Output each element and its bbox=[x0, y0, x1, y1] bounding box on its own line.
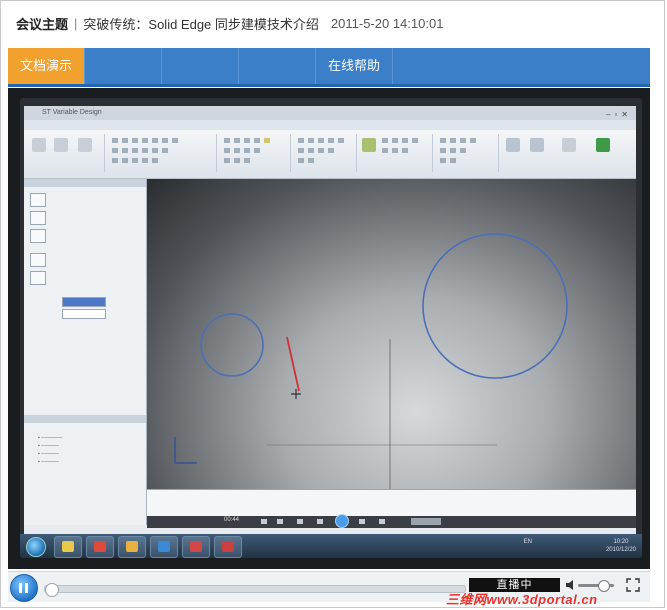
play-pause-button[interactable] bbox=[10, 574, 38, 602]
ribbon-group bbox=[106, 134, 217, 172]
taskbar-app bbox=[118, 536, 146, 558]
ribbon-tool-icon bbox=[54, 138, 68, 152]
recording-play-icon bbox=[335, 514, 349, 528]
taskbar-app bbox=[54, 536, 82, 558]
ribbon-tool-icon bbox=[362, 138, 376, 152]
pathfinder-header bbox=[24, 415, 146, 423]
meeting-topic-label: 会议主题 bbox=[16, 16, 69, 32]
taskbar-app bbox=[214, 536, 242, 558]
volume-slider[interactable] bbox=[578, 580, 614, 592]
taskbar-app bbox=[182, 536, 210, 558]
volume-knob[interactable] bbox=[597, 580, 610, 592]
angle-field bbox=[62, 309, 106, 319]
meeting-header: 会议主题 | 突破传统：Solid Edge 同步建模技术介绍 2011-5-2… bbox=[16, 13, 443, 33]
tree-item: ▪ ───── bbox=[38, 443, 59, 449]
fullscreen-icon[interactable] bbox=[626, 578, 640, 592]
taskbar-time: 10:20 bbox=[613, 539, 629, 545]
ribbon-tool-icon bbox=[78, 138, 92, 152]
large-circle bbox=[422, 233, 568, 379]
progress-knob[interactable] bbox=[45, 583, 59, 597]
small-circle bbox=[200, 313, 264, 377]
stop-icon bbox=[297, 519, 303, 524]
taskbar-clock: 10:20 2010/12/20 bbox=[606, 538, 636, 554]
color-swatch-icon bbox=[30, 193, 46, 207]
ribbon-tool-icon bbox=[506, 138, 520, 152]
prompt-bar bbox=[147, 489, 636, 516]
lineweight-icon bbox=[30, 229, 46, 243]
axis-triad-icon bbox=[174, 437, 197, 464]
tree-item: ▪ ───── bbox=[38, 451, 59, 457]
taskbar-app bbox=[86, 536, 114, 558]
ribbon-group bbox=[434, 134, 499, 172]
taskbar-language: EN bbox=[523, 539, 532, 545]
taskbar-date: 2010/12/20 bbox=[605, 547, 636, 553]
meeting-timestamp: 2011-5-20 14:10:01 bbox=[330, 15, 444, 31]
ribbon-tool-icon bbox=[562, 138, 576, 152]
sketch-canvas bbox=[147, 179, 636, 489]
recording-time: 00:44 bbox=[224, 517, 240, 523]
recording-playbar: 00:44 bbox=[147, 514, 636, 528]
rewind-icon bbox=[261, 519, 267, 524]
tab-4[interactable] bbox=[239, 48, 316, 84]
tab-online-help[interactable]: 在线帮助 bbox=[316, 48, 393, 84]
line-icon bbox=[30, 253, 46, 267]
tab-3[interactable] bbox=[162, 48, 239, 84]
app-ribbon-tabs bbox=[24, 120, 636, 130]
prev-icon bbox=[317, 519, 323, 524]
ribbon-group bbox=[292, 134, 357, 172]
next-icon bbox=[359, 519, 365, 524]
meeting-topic: 突破传统：Solid Edge 同步建模技术介绍 bbox=[83, 16, 319, 32]
ribbon-tool-icon bbox=[32, 138, 46, 152]
windows-taskbar: EN 10:20 2010/12/20 bbox=[20, 534, 642, 558]
linetype-icon bbox=[30, 211, 46, 225]
sketch-drawing bbox=[174, 233, 568, 489]
ribbon-group bbox=[500, 134, 634, 172]
solid-edge-window: ST Variable Design –▫✕ ▪ ────── ▪ ───── … bbox=[24, 106, 636, 534]
ribbon-tool-icon bbox=[530, 138, 544, 152]
app-ribbon bbox=[24, 130, 636, 179]
recorded-monitor: ST Variable Design –▫✕ ▪ ────── ▪ ───── … bbox=[20, 98, 642, 558]
close-sketch-icon bbox=[596, 138, 610, 152]
taskbar-app bbox=[150, 536, 178, 558]
app-title: ST Variable Design bbox=[42, 109, 102, 116]
length-field bbox=[62, 297, 106, 307]
ribbon-group bbox=[26, 134, 105, 172]
app-title-bar: ST Variable Design –▫✕ bbox=[24, 106, 636, 120]
play-pause-icon bbox=[19, 583, 22, 593]
tree-item: ▪ ───── bbox=[38, 459, 59, 465]
watermark: 三维网www.3dportal.cn bbox=[446, 592, 598, 607]
header-separator: | bbox=[74, 15, 78, 31]
properties-panel: ▪ ────── ▪ ───── ▪ ───── ▪ ───── bbox=[24, 179, 147, 525]
tree-item: ▪ ────── bbox=[38, 435, 63, 441]
back-icon bbox=[277, 519, 283, 524]
forward-icon bbox=[379, 519, 385, 524]
tab-document-demo[interactable]: 文档演示 bbox=[8, 48, 85, 84]
tab-2[interactable] bbox=[85, 48, 162, 84]
tab-bar: 文档演示 在线帮助 bbox=[8, 48, 650, 87]
panel-header bbox=[24, 179, 146, 187]
video-stream: ST Variable Design –▫✕ ▪ ────── ▪ ───── … bbox=[8, 88, 650, 569]
ribbon-group bbox=[218, 134, 291, 172]
red-line bbox=[286, 336, 300, 392]
recording-option-button bbox=[411, 518, 441, 525]
ribbon-group bbox=[358, 134, 433, 172]
progress-bar[interactable] bbox=[44, 583, 466, 597]
circle-icon bbox=[30, 271, 46, 285]
windows-start-icon bbox=[26, 537, 46, 557]
